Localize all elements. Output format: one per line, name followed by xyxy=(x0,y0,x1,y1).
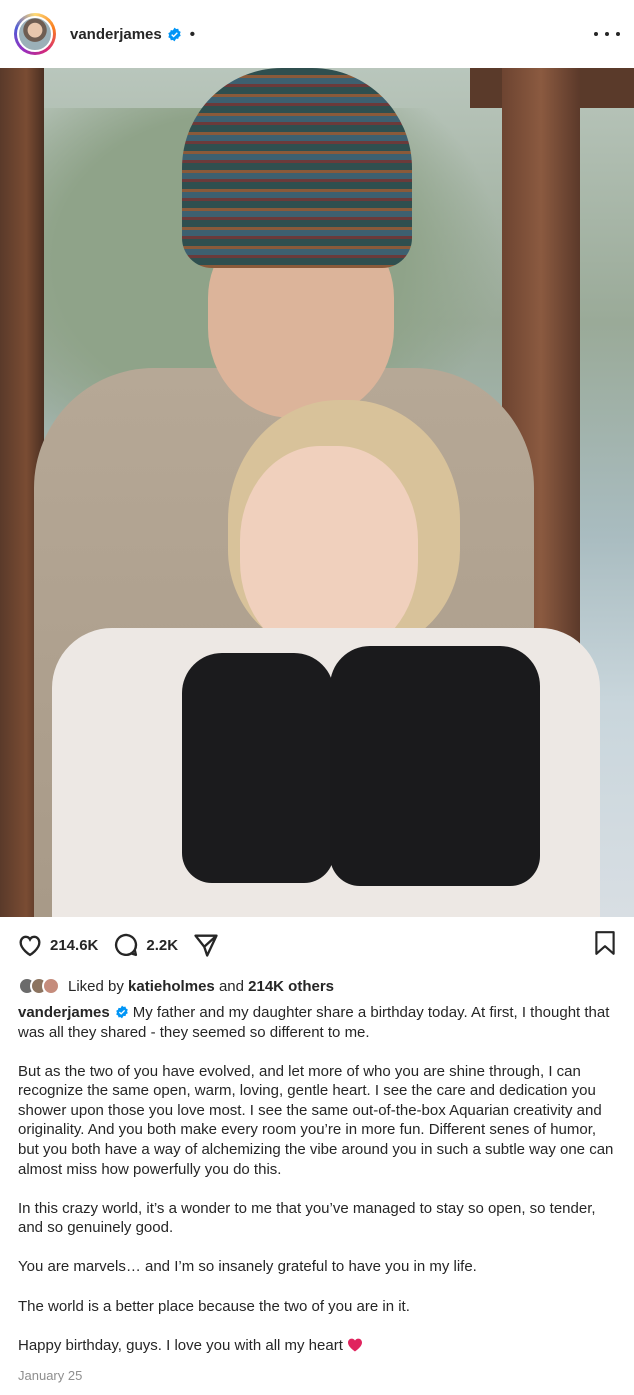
caption-paragraph: The world is a better place because the … xyxy=(18,1297,410,1315)
story-ring[interactable] xyxy=(14,13,56,55)
comment-button[interactable]: 2.2K xyxy=(112,931,178,959)
caption-username[interactable]: vanderjames xyxy=(18,1004,110,1021)
caption-paragraph: In this crazy world, it’s a wonder to me… xyxy=(18,1199,596,1237)
comment-count: 2.2K xyxy=(146,936,179,954)
verified-badge-icon xyxy=(168,27,181,41)
share-button[interactable] xyxy=(192,931,220,959)
post-image[interactable] xyxy=(0,68,634,917)
glove-left xyxy=(182,653,334,883)
separator-dot: • xyxy=(189,25,195,43)
liker-username[interactable]: katieholmes xyxy=(128,978,215,995)
bookmark-icon[interactable] xyxy=(592,929,618,957)
likes-prefix: Liked by xyxy=(68,977,124,995)
caption-paragraph: Happy birthday, guys. I love you with al… xyxy=(18,1336,618,1356)
caption-paragraph: vanderjames My father and my daughter sha… xyxy=(18,1003,618,1042)
more-horizontal-icon[interactable] xyxy=(594,24,620,44)
heart-emoji-icon xyxy=(347,1338,362,1351)
likes-conjunction: and xyxy=(218,977,244,995)
username[interactable]: vanderjames xyxy=(70,26,162,43)
glove-right xyxy=(330,646,540,886)
caption: vanderjames My father and my daughter sha… xyxy=(18,1003,618,1375)
striped-beanie xyxy=(182,68,412,268)
post-date[interactable]: January 25 xyxy=(18,1368,82,1383)
liker-avatars[interactable] xyxy=(18,977,60,995)
avatar[interactable] xyxy=(17,16,53,52)
save-button[interactable] xyxy=(592,929,618,962)
liker-avatar[interactable] xyxy=(42,977,60,995)
share-icon[interactable] xyxy=(192,931,220,959)
like-button[interactable]: 214.6K xyxy=(16,931,98,959)
comment-icon[interactable] xyxy=(112,931,140,959)
caption-text: Happy birthday, guys. I love you with al… xyxy=(18,1336,343,1354)
verified-badge-icon xyxy=(115,1005,128,1019)
heart-icon[interactable] xyxy=(16,931,44,959)
like-count: 214.6K xyxy=(50,936,99,954)
action-bar: 214.6K 2.2K xyxy=(0,918,634,972)
likes-others[interactable]: 214K others xyxy=(248,978,334,995)
caption-paragraph: You are marvels… and I’m so insanely gra… xyxy=(18,1258,477,1276)
girl-face xyxy=(240,446,418,656)
caption-paragraph: But as the two of you have evolved, and … xyxy=(18,1062,614,1178)
post-header: vanderjames • xyxy=(0,0,634,68)
likes-summary: Liked by katieholmes and 214K others xyxy=(18,974,334,998)
